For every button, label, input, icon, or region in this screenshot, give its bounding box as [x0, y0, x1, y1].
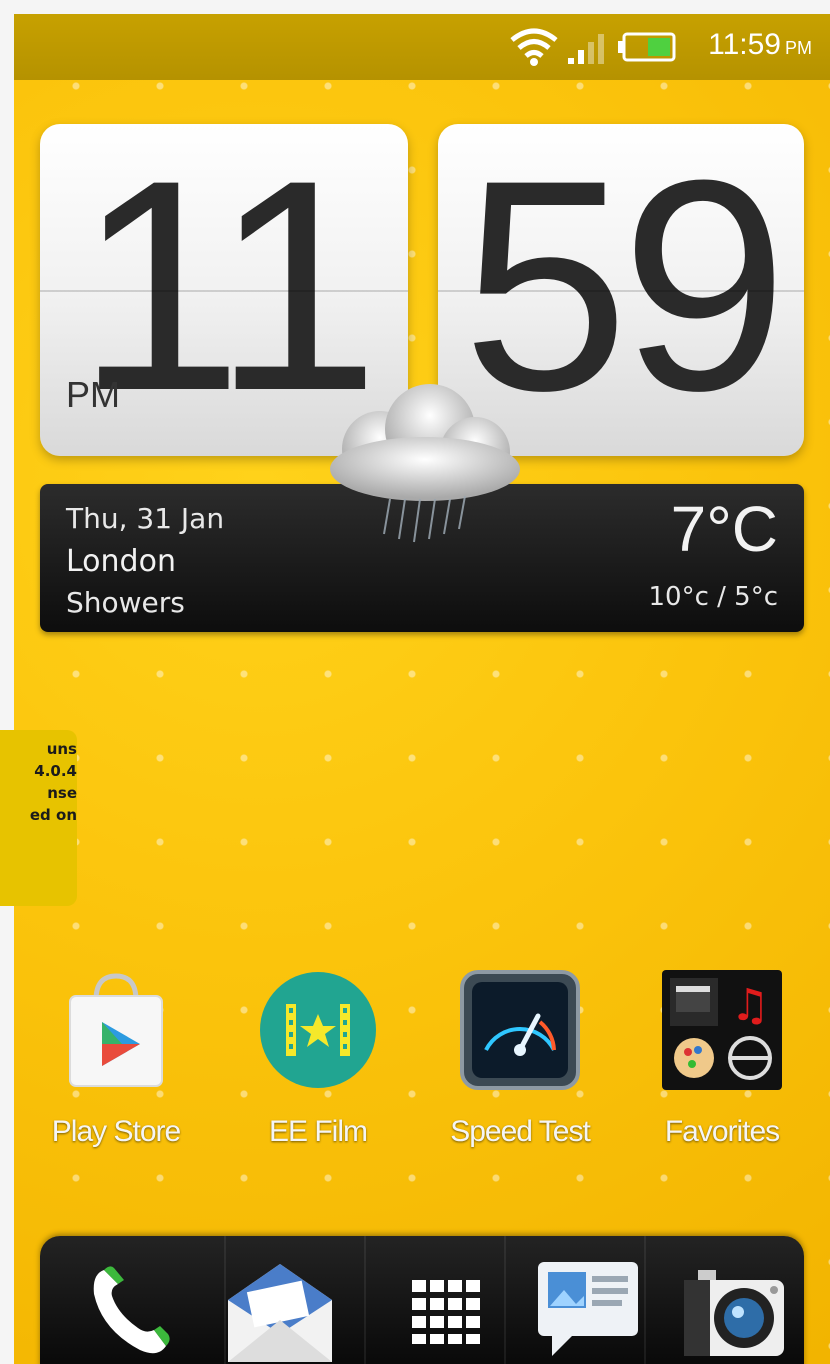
- weather-range: 10°c / 5°c: [648, 582, 778, 612]
- caption-text: uns 4.0.4 nse ed on: [29, 740, 77, 824]
- film-icon: [260, 972, 376, 1088]
- app-label: Favorites: [664, 1115, 780, 1148]
- app-ee-film[interactable]: EE Film: [228, 960, 408, 1180]
- signal-icon: [568, 34, 604, 64]
- wifi-icon: [510, 28, 558, 66]
- dock-phone[interactable]: [64, 1250, 204, 1364]
- caption-tab: uns 4.0.4 nse ed on: [0, 730, 77, 906]
- status-clock: 11:59 PM: [708, 28, 812, 62]
- play-store-icon: [69, 973, 163, 1087]
- weather-date: Thu, 31 Jan: [66, 502, 225, 535]
- dock-camera[interactable]: [664, 1250, 804, 1364]
- weather-temperature: 7°C: [670, 493, 778, 565]
- app-label: Speed Test: [450, 1115, 591, 1148]
- dock-app-drawer[interactable]: [374, 1250, 514, 1364]
- dock-mail[interactable]: [210, 1250, 350, 1364]
- weather-city: London: [66, 544, 176, 579]
- app-play-store[interactable]: Play Store: [26, 960, 206, 1180]
- app-speed-test[interactable]: Speed Test: [430, 960, 610, 1180]
- mail-icon: [228, 1264, 332, 1362]
- dock-divider: [364, 1236, 366, 1364]
- svg-text:♫: ♫: [730, 980, 769, 1031]
- weather-condition: Showers: [66, 586, 185, 619]
- battery-icon: [618, 32, 676, 62]
- phone-icon: [93, 1266, 170, 1354]
- dock-messages[interactable]: [518, 1250, 658, 1364]
- camera-icon: [684, 1270, 784, 1356]
- app-drawer-icon: [412, 1280, 480, 1344]
- dock-bar: [40, 1236, 804, 1364]
- phone-screen: 11:59 PM 11 PM 59 Thu, 31 Jan London Show…: [14, 14, 830, 1364]
- app-label: EE Film: [269, 1115, 368, 1148]
- app-label: Play Store: [51, 1115, 181, 1148]
- status-bar: 11:59 PM: [14, 14, 830, 80]
- app-favorites[interactable]: ♫ Favorites: [632, 960, 812, 1180]
- status-ampm: PM: [785, 38, 812, 58]
- status-time-text: 11:59: [708, 28, 781, 61]
- clock-ampm: PM: [66, 374, 120, 415]
- speedometer-icon: [460, 970, 580, 1090]
- favorites-folder-icon: ♫: [662, 970, 782, 1090]
- messages-icon: [538, 1262, 638, 1356]
- cloud-rain-icon: [330, 384, 520, 543]
